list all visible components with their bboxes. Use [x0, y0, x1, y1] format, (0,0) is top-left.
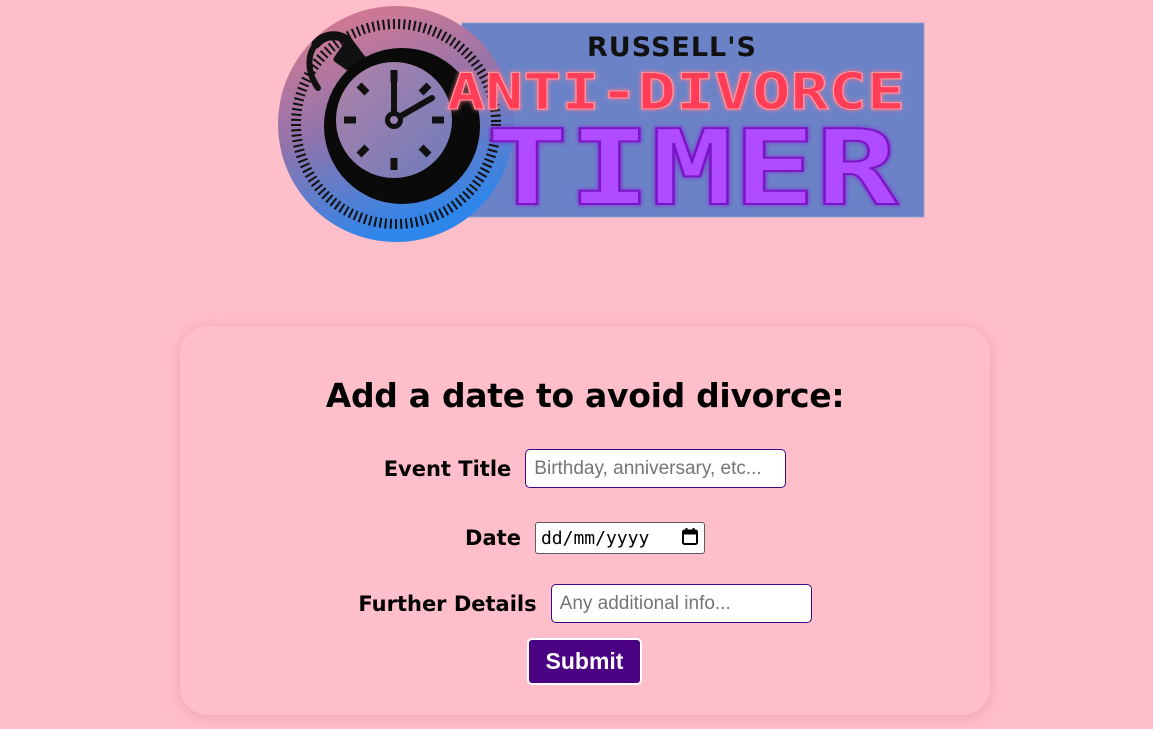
date-input[interactable]: dd/mm/yyyy: [534, 522, 705, 554]
submit-button[interactable]: Submit: [527, 638, 642, 685]
event-title-row: Event Title: [180, 449, 990, 488]
date-row: Date dd/mm/yyyy: [180, 522, 990, 554]
page: RUSSELL'S ANTI-DIVORCE TIMER Add a date …: [0, 0, 1153, 729]
details-input[interactable]: [550, 584, 812, 623]
details-label: Further Details: [358, 591, 537, 616]
app-logo: RUSSELL'S ANTI-DIVORCE TIMER: [276, 4, 928, 244]
add-date-card: Add a date to avoid divorce: Event Title…: [180, 326, 990, 715]
form-title: Add a date to avoid divorce:: [325, 376, 845, 415]
date-input-value: dd/mm/yyyy: [540, 527, 650, 549]
calendar-icon[interactable]: [681, 527, 698, 549]
date-label: Date: [465, 526, 521, 550]
event-title-label: Event Title: [383, 456, 512, 481]
details-row: Further Details: [180, 584, 990, 623]
event-title-input[interactable]: [525, 449, 787, 488]
logo-line-timer: TIMER: [486, 107, 898, 229]
logo-line-russells: RUSSELL'S: [587, 32, 757, 63]
